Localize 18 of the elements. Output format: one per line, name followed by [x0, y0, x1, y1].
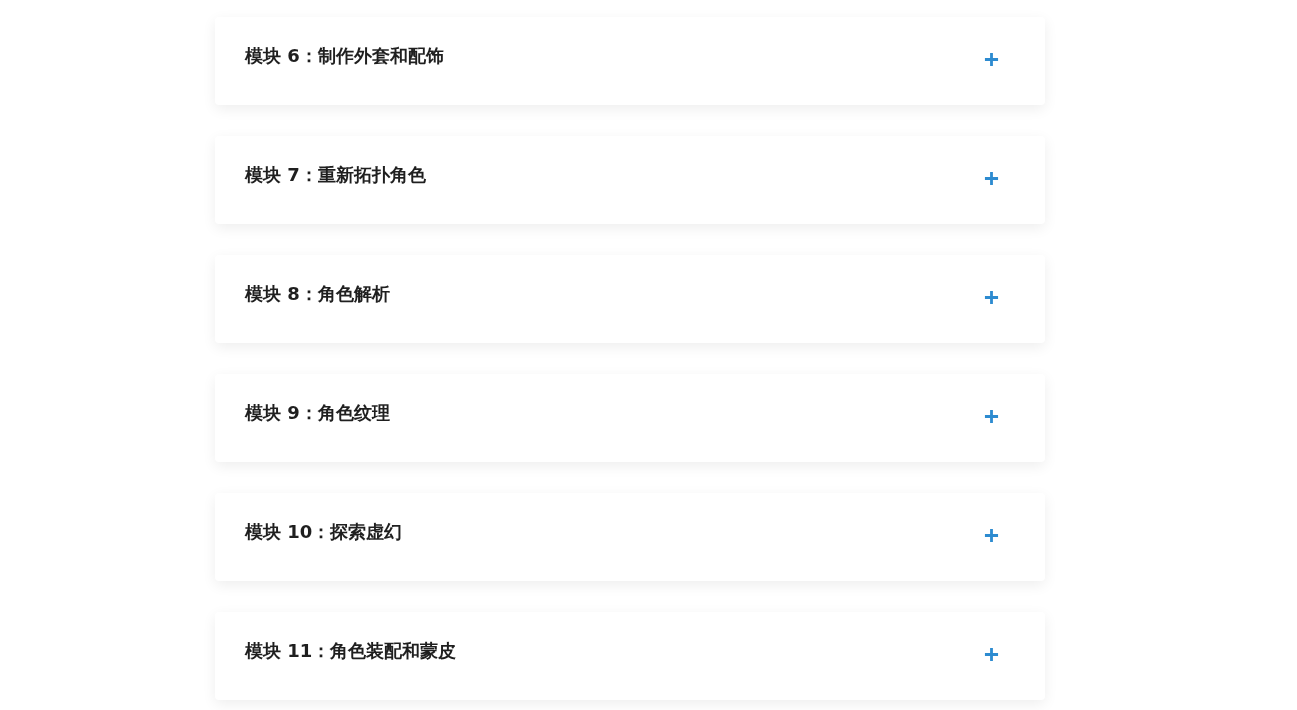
module-card[interactable]: 模块 7：重新拓扑角色 — [215, 136, 1045, 224]
module-card[interactable]: 模块 6：制作外套和配饰 — [215, 17, 1045, 105]
plus-icon[interactable] — [984, 646, 999, 662]
plus-icon[interactable] — [984, 51, 999, 67]
plus-icon[interactable] — [984, 408, 999, 424]
module-title: 模块 9：角色纹理 — [245, 401, 390, 425]
plus-icon[interactable] — [984, 527, 999, 543]
module-title: 模块 10：探索虚幻 — [245, 520, 403, 544]
module-title: 模块 11：角色装配和蒙皮 — [245, 639, 457, 663]
module-card[interactable]: 模块 8：角色解析 — [215, 255, 1045, 343]
module-title: 模块 7：重新拓扑角色 — [245, 163, 426, 187]
module-card[interactable]: 模块 11：角色装配和蒙皮 — [215, 612, 1045, 700]
module-card[interactable]: 模块 10：探索虚幻 — [215, 493, 1045, 581]
module-title: 模块 8：角色解析 — [245, 282, 390, 306]
plus-icon[interactable] — [984, 170, 999, 186]
module-title: 模块 6：制作外套和配饰 — [245, 44, 444, 68]
plus-icon[interactable] — [984, 289, 999, 305]
module-card[interactable]: 模块 9：角色纹理 — [215, 374, 1045, 462]
